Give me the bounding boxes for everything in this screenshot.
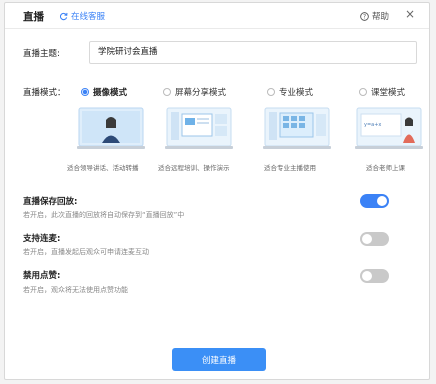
help-label: 帮助 <box>371 12 389 22</box>
mode-option-classroom[interactable]: 课堂模式 <box>359 86 405 98</box>
disable-likes-toggle[interactable] <box>360 269 389 283</box>
disable-likes-title: 禁用点赞: <box>23 271 61 281</box>
radio-camera[interactable] <box>81 88 89 96</box>
radio-screen-share[interactable] <box>163 88 171 96</box>
mode-option-screen-share[interactable]: 屏幕分享模式 <box>163 86 226 98</box>
svg-text:y=a+x: y=a+x <box>364 122 381 128</box>
save-replay-desc: 若开启，此次直播的回放将自动保存到“直播回放”中 <box>23 211 185 219</box>
help-link[interactable]: ? 帮助 <box>360 10 389 22</box>
toggle-knob <box>362 234 372 244</box>
save-replay-title: 直播保存回放: <box>23 197 78 207</box>
mode-label: 直播模式： <box>23 88 66 98</box>
mode-option-classroom-label: 课堂模式 <box>371 88 406 98</box>
close-icon[interactable]: × <box>405 7 415 21</box>
mode-option-professional[interactable]: 专业模式 <box>267 86 313 98</box>
radio-professional[interactable] <box>267 88 275 96</box>
create-live-dialog: 直播 在线客服 ? 帮助 × 直播主题: 学院研讨会直播 直播模式： 摄像模式 … <box>4 2 430 380</box>
online-support-link[interactable]: 在线客服 <box>59 10 105 22</box>
mode-option-screen-share-label: 屏幕分享模式 <box>175 88 227 98</box>
mode-caption-professional: 适合专业主播使用 <box>264 164 316 172</box>
create-live-button[interactable]: 创建直播 <box>172 348 266 371</box>
co-stream-desc: 若开启，直播发起后观众可申请连麦互动 <box>23 248 149 256</box>
professional-mode-illustration <box>263 107 331 149</box>
screen-share-illustration <box>165 107 233 149</box>
co-stream-toggle[interactable] <box>360 232 389 246</box>
radio-classroom[interactable] <box>359 88 367 96</box>
save-replay-toggle[interactable] <box>360 194 389 208</box>
disable-likes-desc: 若开启，观众将无法使用点赞功能 <box>23 286 128 294</box>
co-stream-title: 支持连麦: <box>23 234 61 244</box>
online-support-label: 在线客服 <box>71 12 106 22</box>
topic-input[interactable]: 学院研讨会直播 <box>89 41 417 64</box>
mode-option-professional-label: 专业模式 <box>279 88 314 98</box>
dialog-header: 直播 在线客服 ? 帮助 × <box>5 3 429 29</box>
question-circle-icon: ? <box>360 11 369 21</box>
classroom-mode-illustration: y=a+x <box>355 107 423 149</box>
refresh-icon <box>59 12 68 20</box>
toggle-knob <box>362 271 372 281</box>
camera-mode-illustration <box>77 107 145 149</box>
svg-text:?: ? <box>363 14 366 20</box>
mode-caption-classroom: 适合老师上课 <box>366 164 405 172</box>
mode-option-camera[interactable]: 摄像模式 <box>81 86 127 98</box>
topic-label: 直播主题: <box>23 49 60 59</box>
toggle-knob <box>377 196 387 206</box>
dialog-title: 直播 <box>23 11 44 23</box>
mode-caption-screen-share: 适合远程培训、操作演示 <box>158 164 230 172</box>
mode-caption-camera: 适合领导讲话、活动转播 <box>67 164 139 172</box>
mode-option-camera-label: 摄像模式 <box>93 88 128 98</box>
